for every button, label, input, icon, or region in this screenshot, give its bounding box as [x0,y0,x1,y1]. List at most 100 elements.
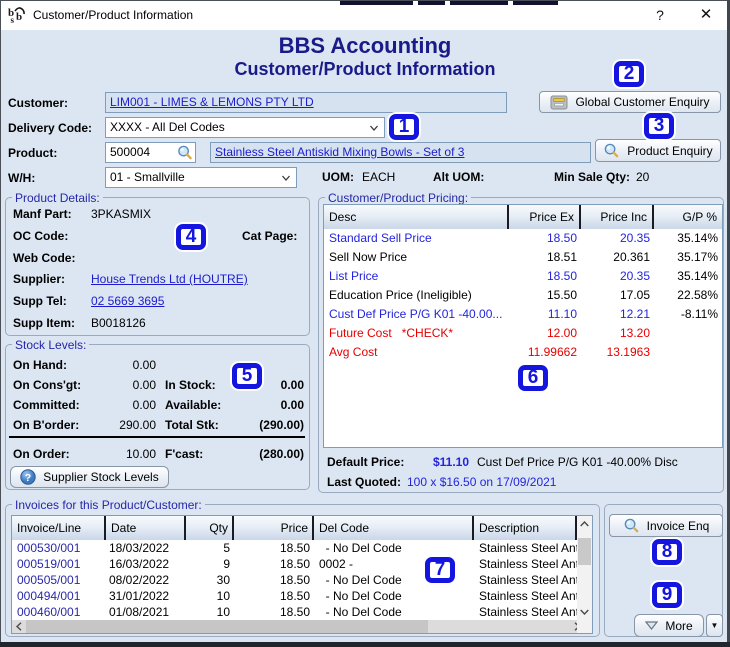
pricing-cell: 11.99662 [509,343,581,362]
product-details-group: Product Details: Manf Part: 3PKASMIX OC … [5,197,310,336]
callout-1: 1 [389,114,419,140]
on-order-label: On Order: [13,447,70,461]
product-description-link[interactable]: Stainless Steel Antiskid Mixing Bowls - … [215,145,464,159]
invoice-row[interactable]: 000519/00116/03/2022918.500002 -Stainles… [12,556,577,572]
scroll-down-icon[interactable] [577,604,592,620]
fcast-value: (280.00) [206,447,304,461]
pricing-table: DescPrice ExPrice IncG/P % Standard Sell… [323,204,723,448]
stock-divider [9,436,305,438]
invoices-title: Invoices for this Product/Customer: [12,498,205,512]
invoice-cell: 18.50 [234,572,314,588]
product-enquiry-button[interactable]: Product Enquiry [595,139,721,162]
pricing-cell: 18.50 [509,267,581,286]
invoices-group: Invoices for this Product/Customer: Invo… [5,504,600,637]
help-button[interactable]: ? [638,0,682,30]
pricing-col-header[interactable]: Price Ex [509,205,581,229]
available-value: 0.00 [206,398,304,412]
pricing-col-header[interactable]: G/P % [654,205,722,229]
customer-product-information-window: b s b Customer/Product Information ? ✕ B… [0,0,730,647]
invoices-table-header: Invoice/LineDateQtyPriceDel CodeDescript… [12,516,577,540]
total-stk-value: (290.00) [206,418,304,432]
invoice-cell: 18.50 [234,540,314,556]
scroll-up-icon[interactable] [577,516,592,532]
default-price-label: Default Price: [327,455,404,469]
horizontal-scroll-thumb[interactable] [26,620,428,633]
pricing-cell: 35.14% [654,267,722,286]
vertical-scrollbar[interactable] [577,516,592,620]
invoice-cell: 000460/001 [12,604,106,620]
alt-uom-label: Alt UOM: [433,170,484,184]
scroll-left-icon[interactable] [12,620,26,633]
vertical-scroll-thumb[interactable] [578,538,591,565]
warehouse-select[interactable]: 01 - Smallville [105,167,297,188]
pricing-row[interactable]: Avg Cost11.9966213.1963 [324,343,722,362]
global-customer-enquiry-button[interactable]: Global Customer Enquiry [539,91,721,113]
invoices-col-header[interactable]: Date [106,516,186,540]
delivery-code-label: Delivery Code: [8,121,92,135]
warehouse-label: W/H: [8,171,35,185]
delivery-code-value: XXXX - All Del Codes [110,120,225,134]
invoice-cell: 000530/001 [12,540,106,556]
customer-enquiry-icon [550,95,568,110]
pricing-col-header[interactable]: Desc [324,205,509,229]
pricing-cell: 12.21 [581,305,654,324]
window-border-bottom[interactable] [0,642,730,647]
pricing-row[interactable]: Future Cost *CHECK*12.0013.20 [324,324,722,343]
invoice-cell: 18/03/2022 [106,540,186,556]
manf-part-label: Manf Part: [13,207,72,221]
supplier-stock-levels-button[interactable]: ? Supplier Stock Levels [10,466,169,488]
close-button[interactable]: ✕ [684,0,728,30]
invoice-row[interactable]: 000494/00131/01/20221018.50 - No Del Cod… [12,588,577,604]
product-description-field[interactable]: Stainless Steel Antiskid Mixing Bowls - … [210,142,591,163]
pricing-row[interactable]: Cust Def Price P/G K01 -40.00...11.1012.… [324,305,722,324]
callout-4: 4 [176,224,206,250]
pricing-col-header[interactable]: Price Inc [581,205,654,229]
supp-tel-link[interactable]: 02 5669 3695 [91,294,164,308]
global-customer-enquiry-label: Global Customer Enquiry [575,95,709,109]
delivery-code-select[interactable]: XXXX - All Del Codes [105,117,385,138]
invoice-cell: - No Del Code [314,540,474,556]
product-code-input[interactable]: 500004 [105,142,196,163]
window-border-top [0,0,730,1]
uom-value: EACH [362,170,395,184]
invoice-cell: 18.50 [234,588,314,604]
callout-7: 7 [425,557,455,583]
invoice-row[interactable]: 000505/00108/02/20223018.50 - No Del Cod… [12,572,577,588]
pricing-row[interactable]: Education Price (Ineligible)15.5017.0522… [324,286,722,305]
callout-8: 8 [652,539,682,565]
cat-page-label: Cat Page: [242,229,297,243]
chevron-down-icon[interactable] [279,171,293,185]
invoices-col-header[interactable]: Invoice/Line [12,516,106,540]
invoice-row[interactable]: 000460/00101/08/20211018.50 - No Del Cod… [12,604,577,620]
magnifier-icon [603,142,620,159]
customer-link[interactable]: LIM001 - LIMES & LEMONS PTY LTD [110,95,314,109]
customer-field[interactable]: LIM001 - LIMES & LEMONS PTY LTD [105,92,507,113]
invoices-col-header[interactable]: Del Code [314,516,474,540]
dropdown-arrow-icon: ▼ [711,621,719,630]
window-border-left [0,0,1,647]
product-search-icon[interactable] [176,144,194,161]
min-sale-qty-label: Min Sale Qty: [554,170,630,184]
chevron-down-icon[interactable] [367,121,381,135]
last-quoted-value: 100 x $16.50 on 17/09/2021 [407,475,556,489]
svg-text:s: s [11,15,15,24]
on-border-value: 290.00 [66,418,156,432]
pricing-cell: 20.361 [581,248,654,267]
default-price-note: Cust Def Price P/G K01 -40.00% Disc [477,455,678,469]
pricing-row[interactable]: Standard Sell Price18.5020.3535.14% [324,229,722,248]
invoice-enquiry-button[interactable]: Invoice Enq [609,514,723,537]
pricing-cell: 35.14% [654,229,722,248]
supplier-link[interactable]: House Trends Ltd (HOUTRE) [91,272,248,286]
product-label: Product: [8,146,57,160]
pricing-row[interactable]: List Price18.5020.3535.14% [324,267,722,286]
invoice-cell: 10 [186,588,234,604]
invoices-col-header[interactable]: Qty [186,516,234,540]
pricing-cell: 20.35 [581,267,654,286]
invoice-row[interactable]: 000530/00118/03/2022518.50 - No Del Code… [12,540,577,556]
invoices-col-header[interactable]: Description [474,516,577,540]
pricing-row[interactable]: Sell Now Price18.5120.36135.17% [324,248,722,267]
invoices-col-header[interactable]: Price [234,516,314,540]
more-dropdown-button[interactable]: ▼ [706,614,723,637]
horizontal-scrollbar[interactable] [12,620,584,633]
more-button[interactable]: More [634,614,704,637]
